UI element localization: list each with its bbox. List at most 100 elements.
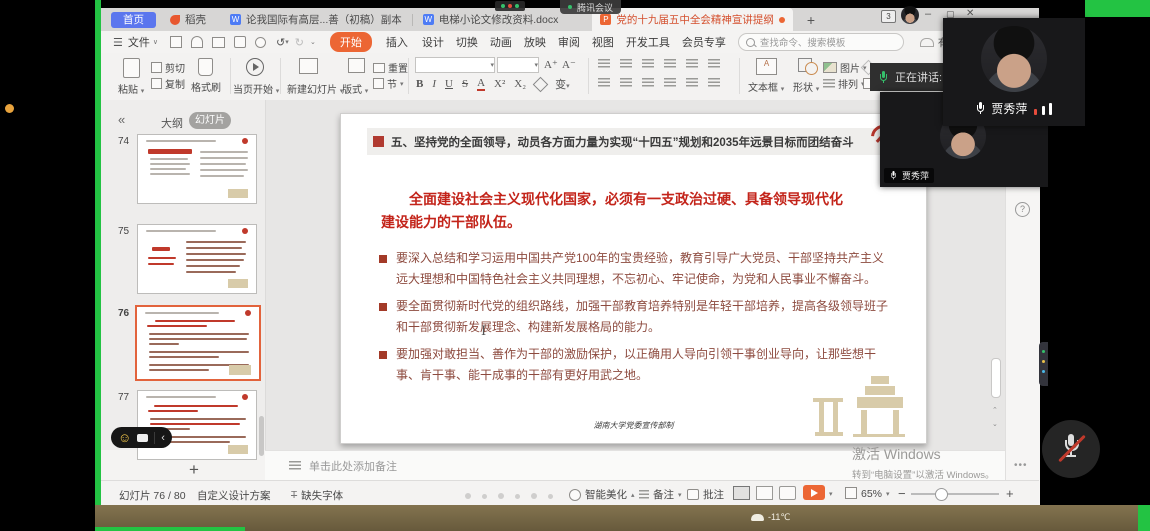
menu-tab-slideshow[interactable]: 放映 [524,34,546,50]
menu-tab-member[interactable]: 会员专享 [682,34,726,50]
slideshow-caret-icon[interactable]: ▾ [829,490,833,498]
decrease-indent-icon[interactable] [642,59,654,69]
tab-doc2[interactable]: W 电梯小论文修改资料.docx [415,8,567,31]
collapse-chevron-icon[interactable]: ‹ [161,432,165,444]
textbox-icon[interactable]: A [756,58,777,75]
slide-thumbnail-74[interactable] [137,134,257,204]
zoom-caret-icon[interactable]: ▾ [886,490,890,498]
zoom-out-button[interactable]: − [898,486,906,501]
tab-docer[interactable]: 稻壳 [162,8,214,31]
phonetic-button[interactable]: 变▾ [555,76,570,92]
menu-tab-home[interactable]: 开始 [330,32,372,52]
new-tab-button[interactable]: + [807,12,815,28]
arrange-button[interactable]: 排列 ▾ [823,76,865,91]
meeting-reactions-pill[interactable]: ☺ ‹ [111,427,172,448]
tab-home[interactable]: 首页 [111,12,156,28]
print-icon[interactable] [212,37,225,48]
menu-tab-design[interactable]: 设计 [422,34,444,50]
self-video-tile[interactable]: 贾秀萍 [943,18,1085,126]
zoom-slider-knob[interactable] [935,488,948,501]
menu-file[interactable]: 文件 [128,34,150,50]
add-slide-button[interactable]: + [189,460,199,480]
layout-icon[interactable] [348,58,365,73]
clear-format-icon[interactable] [533,76,549,92]
font-size-select[interactable]: ▾ [497,57,539,73]
account-avatar[interactable] [901,6,919,24]
paste-icon[interactable] [123,58,140,78]
meeting-panel-handle[interactable] [1039,342,1048,386]
redo-icon[interactable]: ↻ [295,36,304,49]
menu-tab-animation[interactable]: 动画 [490,34,512,50]
paste-button[interactable]: 粘贴 ▾ [118,81,144,96]
reset-button[interactable]: 重置 [373,60,408,75]
next-slide-button[interactable]: ⌄ [992,420,998,428]
hamburger-icon[interactable]: ☰ [113,36,123,49]
menu-tab-transition[interactable]: 切换 [456,34,478,50]
comments-button[interactable]: 批注 [687,487,724,502]
design-scheme-button[interactable]: 自定义设计方案 [197,488,271,503]
tab-active-doc[interactable]: P 党的十九届五中全会精神宣讲提纲 [592,8,793,31]
document-scrollbar-thumb[interactable] [991,358,1001,398]
tab-slides[interactable]: 幻灯片 [189,112,231,129]
line-spacing-icon[interactable] [686,59,698,69]
sidebar-scrollbar[interactable] [259,416,264,456]
meeting-floating-bar[interactable]: 腾讯会议 [560,0,621,14]
emoji-reaction-icon[interactable]: ☺ [118,431,131,444]
underline-button[interactable]: U [445,78,453,90]
minimize-button[interactable]: – [925,8,931,20]
new-slide-icon[interactable] [299,58,318,74]
menu-tab-insert[interactable]: 插入 [386,34,408,50]
align-left-icon[interactable] [598,78,610,88]
zoom-in-button[interactable]: + [1006,486,1014,501]
panel-more-icon[interactable]: ••• [1014,460,1028,471]
menu-tab-devtools[interactable]: 开发工具 [626,34,670,50]
columns-icon[interactable] [708,78,720,88]
slide-title[interactable]: 五、坚持党的全面领导，动员各方面力量为实现“十四五”规划和2035年远景目标而团… [391,134,854,150]
chat-icon[interactable] [137,434,148,442]
slide-bullet-list[interactable]: 要深入总结和学习运用中国共产党100年的宝贵经验，教育引导广大党员、干部坚持共产… [379,248,891,392]
help-icon[interactable]: ? [1015,202,1030,217]
weather-widget[interactable]: -11℃ [751,512,790,523]
shapes-button[interactable]: 形状 ▾ [793,79,819,94]
annotation-dot[interactable] [5,104,14,113]
section-button[interactable]: 节 ▾ [373,76,404,91]
menu-tab-view[interactable]: 视图 [592,34,614,50]
tab-outline[interactable]: 大纲 [161,115,183,131]
file-caret-icon[interactable]: ∨ [153,38,158,46]
textbox-button[interactable]: 文本框 ▾ [748,79,784,94]
print-preview-icon[interactable] [234,36,246,48]
tab-doc1[interactable]: W 论我国际有高层...善（初稿）副本 [222,8,410,31]
normal-view-button[interactable] [733,486,750,500]
justify-icon[interactable] [664,78,676,88]
export-icon[interactable] [191,36,203,48]
reading-view-button[interactable] [779,486,796,500]
format-painter-button[interactable]: 格式刷 [191,79,221,94]
font-increase-button[interactable]: A⁺ [544,58,558,71]
subscript-button[interactable]: X₂ [514,78,526,90]
window-count-badge[interactable]: 3 [881,10,896,23]
slide-thumbnail-77[interactable] [137,390,257,460]
smart-beautify-button[interactable]: 智能美化▴ [569,487,635,502]
sidebar-collapse-button[interactable]: « [118,112,125,127]
previous-slide-button[interactable]: ⌃ [992,406,998,414]
more-commands-icon[interactable]: ⌄ [310,38,316,46]
slide-thumbnail-75[interactable] [137,224,257,294]
align-right-icon[interactable] [642,78,654,88]
notes-toggle-button[interactable]: 备注▾ [639,487,682,502]
font-decrease-button[interactable]: A⁻ [562,58,576,71]
superscript-button[interactable]: X² [494,78,505,90]
cut-button[interactable]: 剪切 [151,60,185,75]
text-direction-icon[interactable] [708,59,720,69]
slide-lead-paragraph[interactable]: 全面建设社会主义现代化国家，必须有一支政治过硬、具备领导现代化建设能力的干部队伍… [381,188,849,234]
muted-mic-button[interactable] [1042,420,1100,478]
font-color-button[interactable]: A [477,77,485,91]
slide-editor[interactable]: 五、坚持党的全面领导，动员各方面力量为实现“十四五”规划和2035年远景目标而团… [340,113,927,444]
distribute-icon[interactable] [686,78,698,88]
menu-tab-review[interactable]: 审阅 [558,34,580,50]
format-painter-icon[interactable] [198,58,213,76]
zoom-slider-track[interactable] [911,493,999,495]
copy-button[interactable]: 复制 [151,76,185,91]
bold-button[interactable]: B [416,78,423,90]
play-from-page-icon[interactable] [246,58,264,76]
undo-icon[interactable]: ↺ [276,36,285,49]
